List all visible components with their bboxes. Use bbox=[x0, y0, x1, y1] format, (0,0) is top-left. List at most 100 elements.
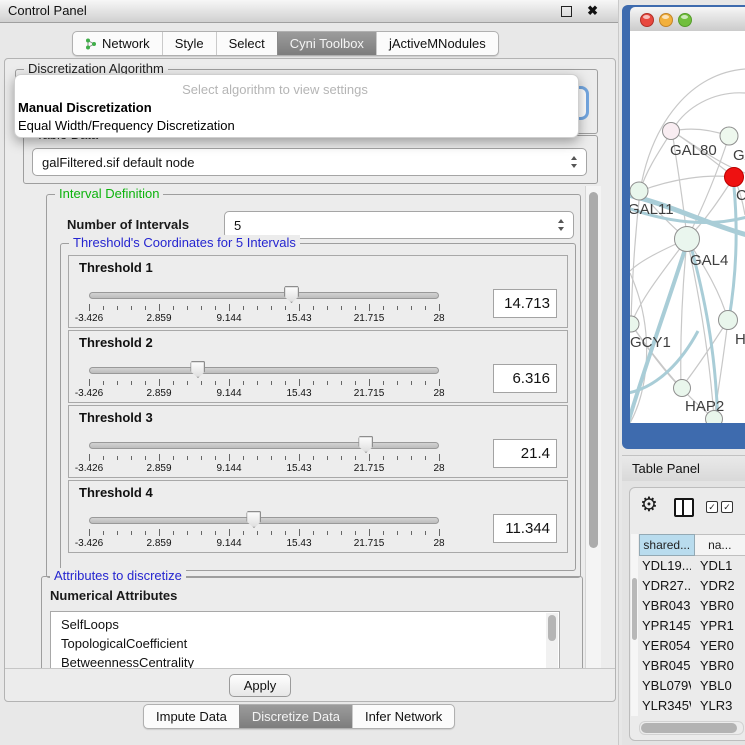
columns-icon[interactable] bbox=[674, 498, 694, 517]
tab-jactivemnodules[interactable]: jActiveMNodules bbox=[376, 32, 498, 55]
network-node[interactable] bbox=[675, 227, 700, 252]
table-row[interactable]: YBR045CYBR0 bbox=[639, 656, 745, 676]
threshold-2-slider[interactable]: -3.4262.8599.14415.4321.71528 bbox=[89, 361, 439, 401]
column-header-name[interactable]: na... bbox=[695, 534, 745, 556]
cell-name[interactable]: YPR1 bbox=[691, 616, 745, 636]
slider-handle[interactable] bbox=[190, 361, 205, 378]
float-window-icon[interactable] bbox=[561, 6, 572, 17]
threshold-1-value-field[interactable]: 14.713 bbox=[493, 289, 557, 318]
scrollbar-thumb[interactable] bbox=[589, 192, 598, 548]
cell-name[interactable]: YDL1 bbox=[691, 556, 745, 576]
cell-shared-name[interactable]: YBL079W bbox=[639, 676, 691, 696]
table-data-combobox[interactable]: galFiltered.sif default node bbox=[32, 148, 587, 176]
network-node[interactable] bbox=[719, 311, 738, 330]
table-row[interactable]: YBL079WYBL0 bbox=[639, 676, 745, 696]
tick-label: 28 bbox=[433, 463, 444, 474]
minimize-traffic-light[interactable] bbox=[659, 13, 673, 27]
scrollbar-thumb[interactable] bbox=[641, 723, 737, 733]
network-node[interactable] bbox=[706, 411, 723, 424]
threshold-2-value-field[interactable]: 6.316 bbox=[493, 364, 557, 393]
interval-definition-group: Interval Definition Number of Intervals … bbox=[46, 194, 581, 578]
zoom-traffic-light[interactable] bbox=[678, 13, 692, 27]
slider-handle[interactable] bbox=[284, 286, 299, 303]
slider-track[interactable] bbox=[89, 517, 439, 524]
tick-mark bbox=[271, 456, 272, 460]
cell-shared-name[interactable]: YBR045C bbox=[639, 656, 691, 676]
cell-shared-name[interactable]: YDL19... bbox=[639, 556, 691, 576]
table-row[interactable]: YDL19...YDL1 bbox=[639, 556, 745, 576]
tab-impute-data[interactable]: Impute Data bbox=[144, 705, 239, 728]
cell-name[interactable]: YDR2 bbox=[691, 576, 745, 596]
cell-shared-name[interactable]: YER054C bbox=[639, 636, 691, 656]
close-traffic-light[interactable] bbox=[640, 13, 654, 27]
cell-name[interactable]: YIL0 bbox=[691, 716, 745, 718]
cell-shared-name[interactable]: YLR345W bbox=[639, 696, 691, 716]
cell-name[interactable]: YBR0 bbox=[691, 596, 745, 616]
settings-vertical-scrollbar[interactable] bbox=[585, 186, 601, 669]
checkbox-icon[interactable]: ✓ bbox=[721, 501, 733, 513]
tick-mark bbox=[411, 456, 412, 460]
threshold-3-value-field[interactable]: 21.4 bbox=[493, 439, 557, 468]
tab-style[interactable]: Style bbox=[162, 32, 216, 55]
table-row[interactable]: YER054CYER0 bbox=[639, 636, 745, 656]
tick-mark bbox=[299, 454, 300, 461]
network-node[interactable] bbox=[663, 123, 680, 140]
network-canvas[interactable]: GAL80GACGAL11GAL4GCY1HHAP2 bbox=[630, 31, 745, 423]
network-node[interactable] bbox=[630, 182, 648, 200]
tick-mark bbox=[327, 456, 328, 460]
network-node[interactable] bbox=[720, 127, 738, 145]
numerical-attributes-list[interactable]: SelfLoopsTopologicalCoefficientBetweenne… bbox=[50, 611, 560, 669]
slider-track[interactable] bbox=[89, 367, 439, 374]
table-row[interactable]: YLR345WYLR3 bbox=[639, 696, 745, 716]
network-edge[interactable] bbox=[640, 176, 734, 191]
threshold-1-slider[interactable]: -3.4262.8599.14415.4321.71528 bbox=[89, 286, 439, 326]
cell-name[interactable]: YLR3 bbox=[691, 696, 745, 716]
network-node[interactable] bbox=[725, 168, 744, 187]
attributes-scrollbar[interactable] bbox=[546, 613, 558, 669]
attribute-list-item[interactable]: TopologicalCoefficient bbox=[51, 634, 559, 653]
threshold-3-slider[interactable]: -3.4262.8599.14415.4321.71528 bbox=[89, 436, 439, 476]
threshold-4-value-field[interactable]: 11.344 bbox=[493, 514, 557, 543]
table-row[interactable]: YPR145WYPR1 bbox=[639, 616, 745, 636]
slider-handle[interactable] bbox=[358, 436, 373, 453]
tick-mark bbox=[425, 456, 426, 460]
network-edge-highlighted[interactable] bbox=[729, 187, 736, 319]
tab-discretize-data[interactable]: Discretize Data bbox=[239, 705, 352, 728]
slider-handle[interactable] bbox=[246, 511, 261, 528]
threshold-4-slider[interactable]: -3.4262.8599.14415.4321.71528 bbox=[89, 511, 439, 551]
cell-shared-name[interactable]: YIL052C bbox=[639, 716, 691, 718]
attribute-list-item[interactable]: BetweennessCentrality bbox=[51, 653, 559, 669]
table-row[interactable]: YBR043CYBR0 bbox=[639, 596, 745, 616]
network-node[interactable] bbox=[630, 316, 639, 332]
tab-infer-network[interactable]: Infer Network bbox=[352, 705, 454, 728]
slider-track[interactable] bbox=[89, 292, 439, 299]
column-header-shared-name[interactable]: shared... bbox=[639, 534, 695, 556]
network-node[interactable] bbox=[674, 380, 691, 397]
table-vertical-scrollbar[interactable] bbox=[631, 534, 638, 716]
scrollbar-thumb[interactable] bbox=[548, 615, 556, 641]
tick-mark bbox=[229, 529, 230, 536]
algorithm-option-equal-width-frequency[interactable]: Equal Width/Frequency Discretization bbox=[18, 118, 235, 133]
tab-cyni-toolbox[interactable]: Cyni Toolbox bbox=[277, 32, 376, 55]
slider-ticks bbox=[89, 379, 439, 387]
attribute-list-item[interactable]: SelfLoops bbox=[51, 612, 559, 634]
cell-name[interactable]: YBL0 bbox=[691, 676, 745, 696]
apply-button[interactable]: Apply bbox=[229, 674, 291, 697]
tab-select[interactable]: Select bbox=[216, 32, 277, 55]
table-horizontal-scrollbar[interactable] bbox=[639, 721, 744, 735]
slider-track[interactable] bbox=[89, 442, 439, 449]
gear-icon[interactable]: ⚙ bbox=[640, 492, 658, 517]
table-row[interactable]: YDR27...YDR2 bbox=[639, 576, 745, 596]
tab-network[interactable]: Network bbox=[73, 32, 162, 55]
cell-shared-name[interactable]: YPR145W bbox=[639, 616, 691, 636]
algorithm-placeholder-option[interactable]: Select algorithm to view settings bbox=[15, 82, 535, 97]
algorithm-option-manual-discretization[interactable]: Manual Discretization bbox=[18, 100, 152, 115]
table-row[interactable]: YIL052CYIL0 bbox=[639, 716, 745, 718]
scrollbar-thumb[interactable] bbox=[632, 578, 637, 640]
cell-name[interactable]: YBR0 bbox=[691, 656, 745, 676]
cell-name[interactable]: YER0 bbox=[691, 636, 745, 656]
cell-shared-name[interactable]: YDR27... bbox=[639, 576, 691, 596]
close-icon[interactable]: ✖ bbox=[587, 2, 598, 20]
checkbox-icon[interactable]: ✓ bbox=[706, 501, 718, 513]
cell-shared-name[interactable]: YBR043C bbox=[639, 596, 691, 616]
